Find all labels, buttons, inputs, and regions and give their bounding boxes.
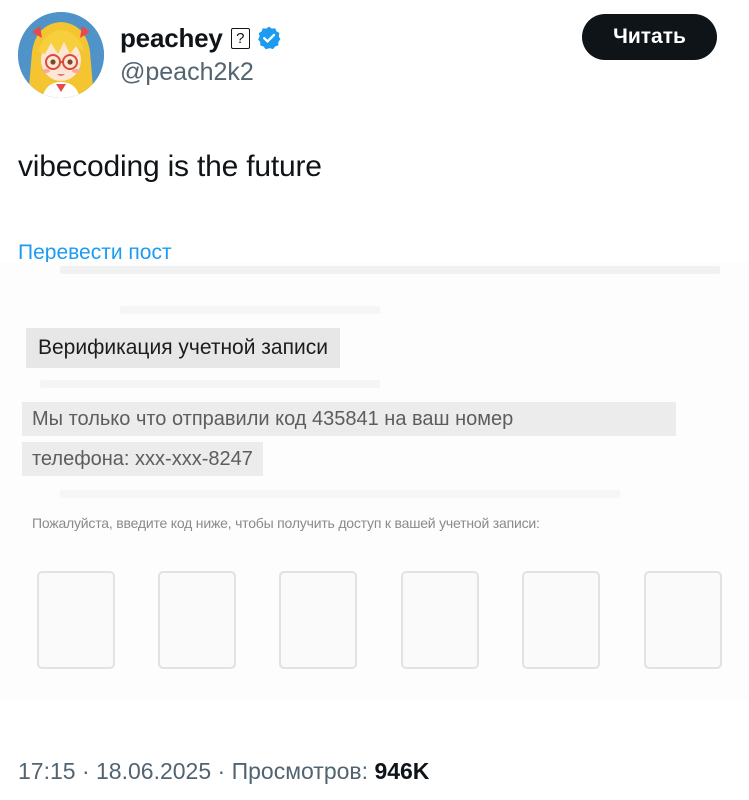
follow-button[interactable]: Читать [582,14,717,60]
code-digit-box-5[interactable] [522,571,600,669]
ghost-line [120,306,380,314]
code-sent-message-line-2: телефона: xxx-xxx-8247 [22,442,263,476]
code-sent-message-line-1: Мы только что отправили код 435841 на ва… [22,402,676,436]
code-digit-box-4[interactable] [401,571,479,669]
verification-heading: Верификация учетной записи [26,328,340,368]
ghost-line [40,380,380,388]
display-name[interactable]: peachey ? [120,22,282,54]
display-name-text[interactable]: peachey [120,22,223,54]
post-text: vibecoding is the future [18,150,322,183]
anime-girl-avatar-icon [18,12,104,98]
post-date[interactable]: 18.06.2025 [96,758,211,784]
meta-separator: · [75,758,97,784]
ghost-line [60,490,620,498]
meta-separator: · [211,758,232,784]
help-badge: ? [230,27,250,49]
code-digit-box-2[interactable] [158,571,236,669]
post-time[interactable]: 17:15 [18,758,76,784]
verified-badge-icon[interactable] [256,25,282,51]
code-digit-box-1[interactable] [37,571,115,669]
code-digit-box-6[interactable] [644,571,722,669]
ghost-line [60,266,720,274]
post-image[interactable]: Верификация учетной записи Мы только что… [0,262,749,700]
code-digit-box-3[interactable] [279,571,357,669]
code-instruction: Пожалуйста, введите код ниже, чтобы полу… [32,515,540,531]
user-handle[interactable]: @peach2k2 [120,57,254,87]
post-meta: 17:15 · 18.06.2025 · Просмотров: 946K [18,756,429,786]
avatar[interactable] [18,12,104,98]
views-count: 946K [374,758,430,784]
views-label: Просмотров: [231,758,369,784]
